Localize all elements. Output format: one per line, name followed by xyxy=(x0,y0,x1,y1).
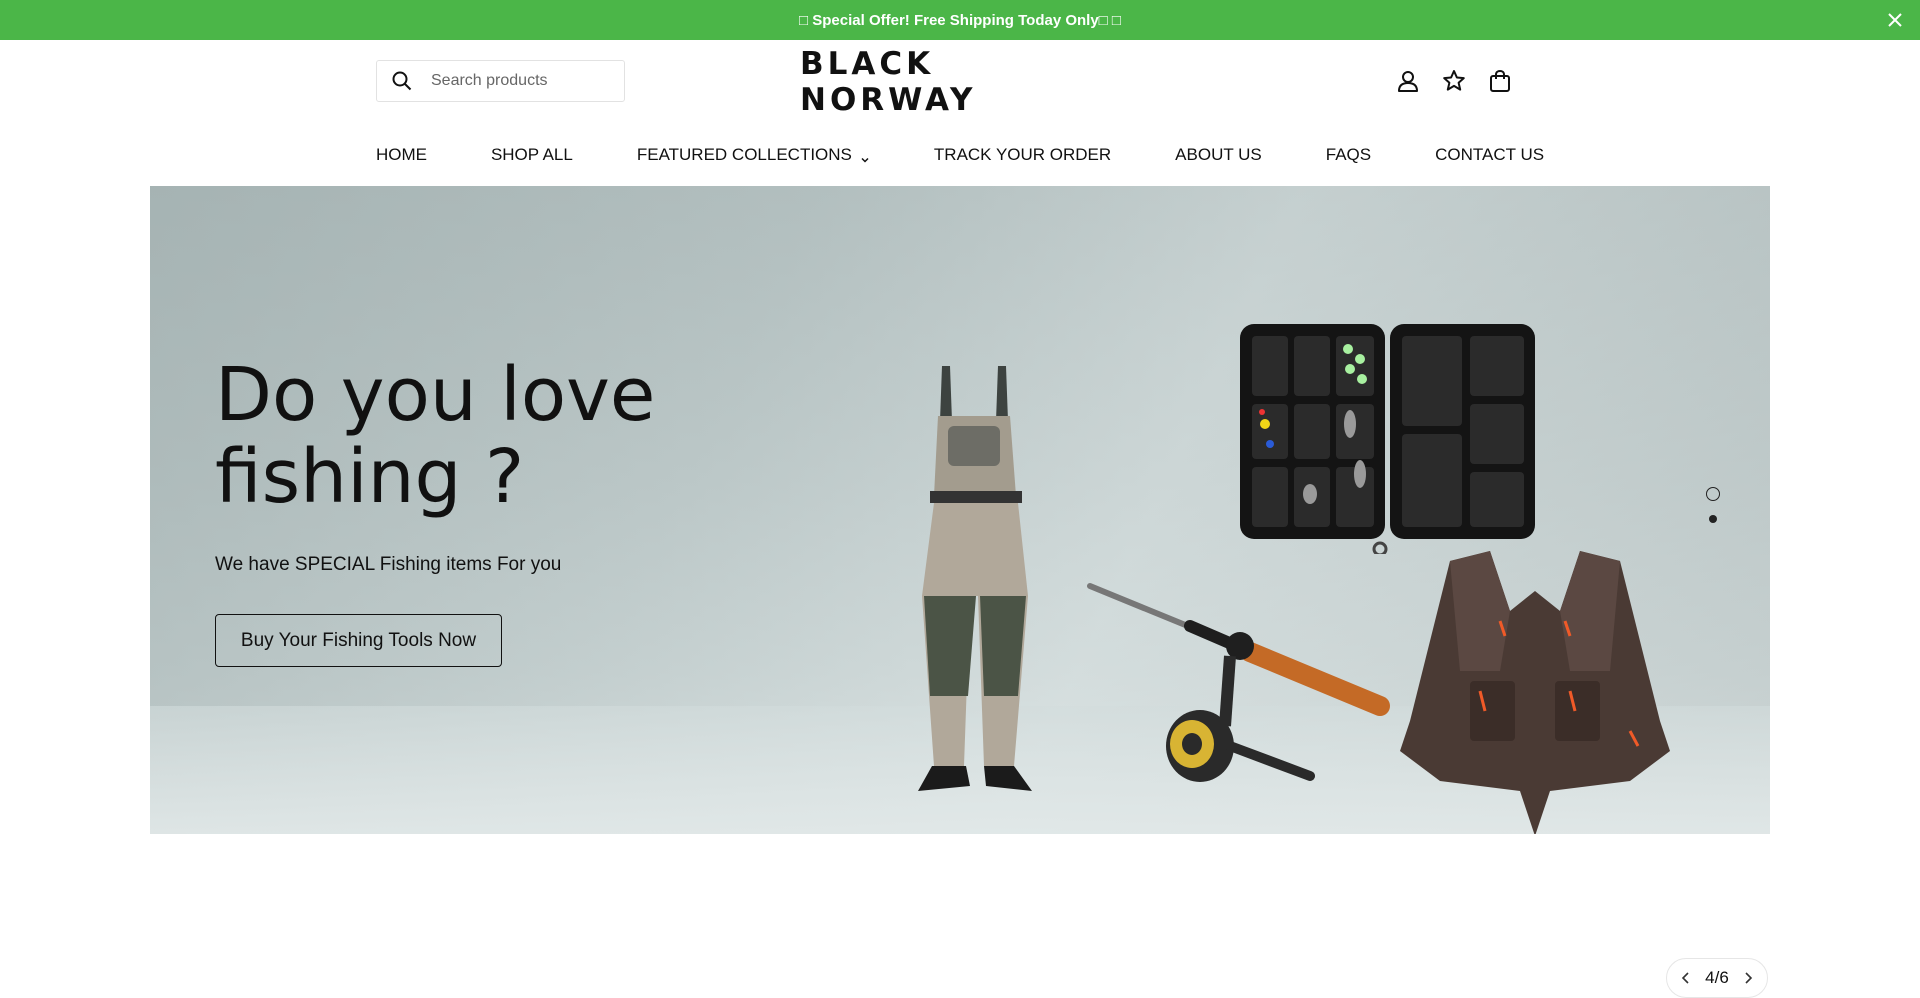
hero-subtitle: We have SPECIAL Fishing items For you xyxy=(215,554,562,575)
fishing-rod-reel-image xyxy=(1087,583,1390,782)
account-icon[interactable] xyxy=(1395,68,1421,94)
fishing-vest-image xyxy=(1400,551,1670,834)
header-actions xyxy=(1395,68,1513,94)
buy-fishing-tools-button[interactable]: Buy Your Fishing Tools Now xyxy=(215,614,502,667)
slide-dot-2[interactable] xyxy=(1709,515,1717,523)
slide-dot-1[interactable] xyxy=(1706,487,1720,501)
chevron-down-icon xyxy=(860,150,870,163)
tackle-box-image xyxy=(1240,324,1535,554)
nav-item-faqs[interactable]: FAQS xyxy=(1326,145,1371,165)
hero-title: Do you love fishing ? xyxy=(215,352,656,520)
nav-item-contact-us[interactable]: CONTACT US xyxy=(1435,145,1544,165)
site-header: BLACK NORWAY HOME SHOP ALL FEATURED COLL… xyxy=(0,40,1920,185)
waders-image xyxy=(918,366,1032,791)
chevron-left-icon[interactable] xyxy=(1679,971,1693,985)
search-icon[interactable] xyxy=(391,70,413,92)
hero-banner: Do you love fishing ? We have SPECIAL Fi… xyxy=(150,186,1770,834)
search-box[interactable] xyxy=(376,60,625,102)
pager-count: 4/6 xyxy=(1705,968,1729,987)
main-nav: HOME SHOP ALL FEATURED COLLECTIONS TRACK… xyxy=(0,140,1920,170)
shopping-bag-icon[interactable] xyxy=(1487,68,1513,94)
wishlist-star-icon[interactable] xyxy=(1441,68,1467,94)
nav-item-about-us[interactable]: ABOUT US xyxy=(1175,145,1262,165)
nav-item-featured-collections[interactable]: FEATURED COLLECTIONS xyxy=(637,145,870,165)
nav-item-shop-all[interactable]: SHOP ALL xyxy=(491,145,573,165)
nav-item-track-order[interactable]: TRACK YOUR ORDER xyxy=(934,145,1111,165)
site-logo[interactable]: BLACK NORWAY xyxy=(800,46,1120,118)
announcement-text: □ Special Offer! Free Shipping Today Onl… xyxy=(799,11,1121,29)
close-icon[interactable] xyxy=(1884,9,1906,31)
announcement-bar: □ Special Offer! Free Shipping Today Onl… xyxy=(0,0,1920,40)
slide-indicators xyxy=(1706,487,1720,523)
search-input[interactable] xyxy=(431,72,601,90)
carousel-pager: 4/6 xyxy=(1666,958,1768,998)
chevron-right-icon[interactable] xyxy=(1741,971,1755,985)
nav-item-home[interactable]: HOME xyxy=(376,145,427,165)
